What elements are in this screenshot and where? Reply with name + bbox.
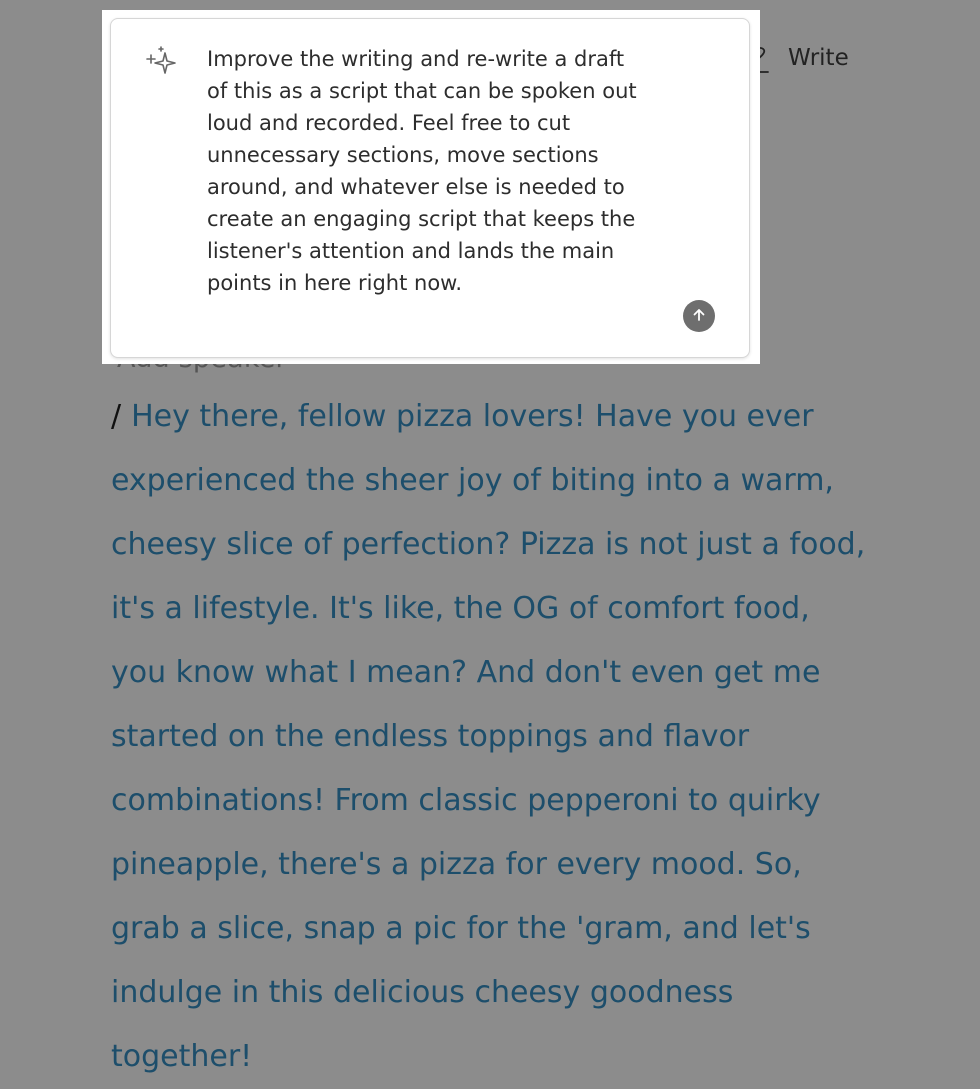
send-prompt-button[interactable]	[683, 300, 715, 332]
write-tab-label: Write	[788, 45, 849, 71]
slash-command-marker: /	[111, 399, 122, 434]
ai-prompt-card: Improve the writing and re-write a draft…	[110, 18, 750, 358]
sparkle-icon	[145, 45, 179, 75]
ai-prompt-popover: Improve the writing and re-write a draft…	[102, 10, 760, 364]
arrow-up-icon	[691, 307, 707, 326]
script-body[interactable]: / Hey there, fellow pizza lovers! Have yo…	[111, 385, 871, 1089]
ai-prompt-input[interactable]: Improve the writing and re-write a draft…	[207, 43, 647, 299]
script-text: Hey there, fellow pizza lovers! Have you…	[111, 399, 866, 1074]
